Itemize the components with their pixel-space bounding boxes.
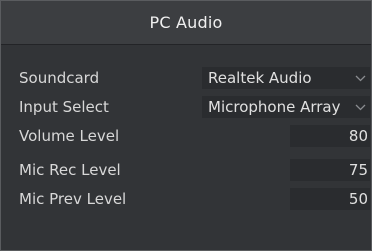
soundcard-row: Soundcard Realtek Audio [1,67,371,89]
chevron-down-icon [353,96,367,118]
volume-level-label: Volume Level [19,127,120,145]
soundcard-select[interactable]: Realtek Audio [202,67,370,89]
title-bar: PC Audio [1,1,371,45]
mic-prev-level-row: Mic Prev Level 50 [1,188,371,210]
mic-prev-level-input[interactable]: 50 [290,188,370,210]
input-select-label: Input Select [19,98,109,116]
mic-rec-level-row: Mic Rec Level 75 [1,159,371,181]
input-select-dropdown[interactable]: Microphone Array [202,96,370,118]
mic-rec-level-input[interactable]: 75 [290,159,370,181]
mic-prev-level-label: Mic Prev Level [19,190,127,208]
soundcard-label: Soundcard [19,69,100,87]
chevron-down-icon [353,67,367,89]
mic-rec-level-label: Mic Rec Level [19,161,121,179]
volume-level-input[interactable]: 80 [290,125,370,147]
input-select-value: Microphone Array [208,98,341,116]
input-select-row: Input Select Microphone Array [1,96,371,118]
volume-level-row: Volume Level 80 [1,125,371,147]
panel-title: PC Audio [149,13,223,32]
pc-audio-panel: PC Audio Soundcard Realtek Audio Input S… [0,0,372,251]
soundcard-value: Realtek Audio [208,69,312,87]
